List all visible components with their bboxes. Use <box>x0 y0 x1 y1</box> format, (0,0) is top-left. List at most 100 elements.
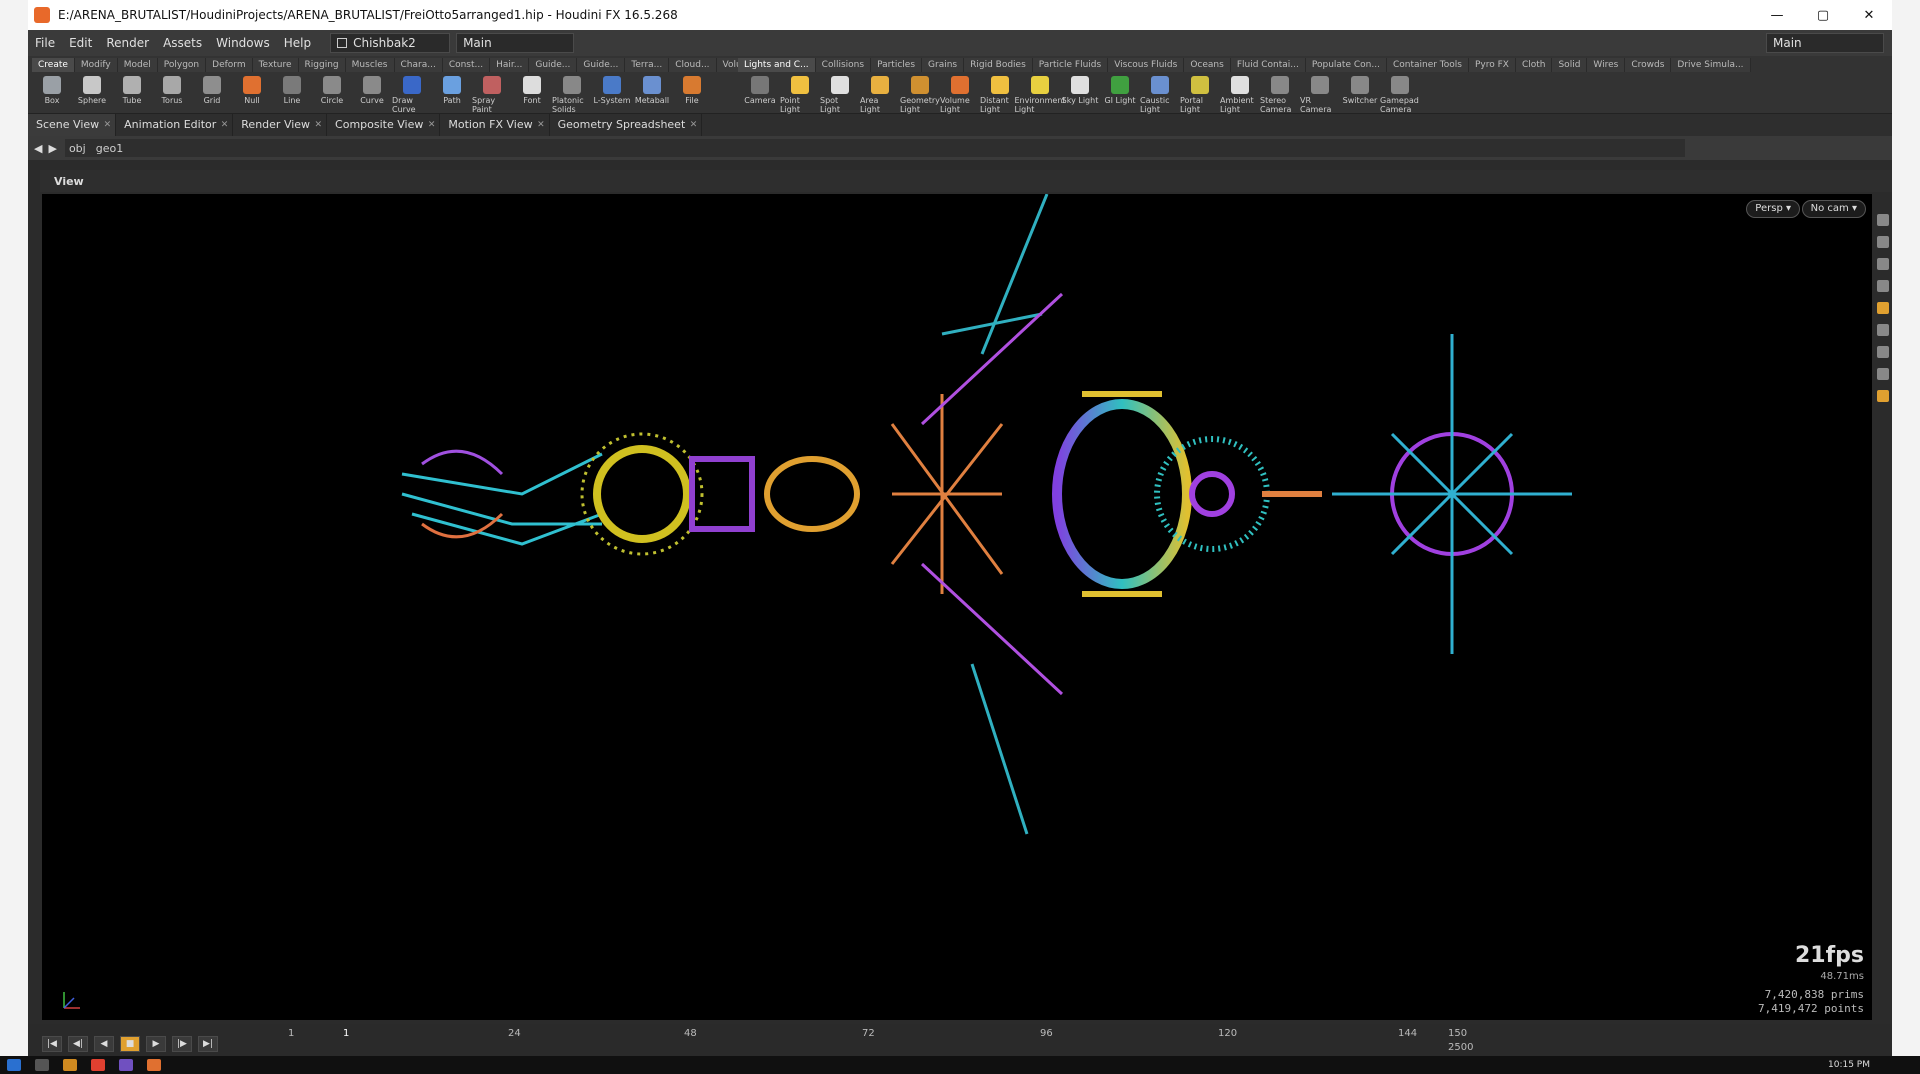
workspace-selector-right[interactable]: Main <box>1766 33 1884 53</box>
tool-button[interactable]: Spot Light <box>820 76 860 114</box>
camera-icon[interactable] <box>1877 258 1889 270</box>
lock-icon[interactable] <box>1877 236 1889 248</box>
scene-viewport[interactable]: Persp ▾ No cam ▾ 21fps 48.71ms 7,420,838… <box>42 194 1872 1020</box>
tool-button[interactable]: Point Light <box>780 76 820 114</box>
shelf-left-tab[interactable]: Modify <box>74 58 118 72</box>
pane-tab[interactable]: Geometry Spreadsheet ✕ <box>550 114 703 136</box>
tool-button[interactable]: GI Light <box>1100 76 1140 114</box>
close-tab-icon[interactable]: ✕ <box>315 114 323 136</box>
snap-icon[interactable] <box>1877 324 1889 336</box>
tool-button[interactable]: Switcher <box>1340 76 1380 114</box>
menu-windows[interactable]: Windows <box>209 36 277 50</box>
tool-button[interactable]: Sphere <box>72 76 112 114</box>
jump-end-button[interactable]: ▶| <box>198 1036 218 1052</box>
shelf-right-tab[interactable]: Wires <box>1587 58 1626 72</box>
start-frame-field[interactable]: 1 <box>288 1028 294 1039</box>
pane-tab[interactable]: Animation Editor ✕ <box>116 114 234 136</box>
menu-assets[interactable]: Assets <box>156 36 209 50</box>
forward-arrow-icon[interactable]: ▶ <box>48 142 56 155</box>
tool-button[interactable]: Volume Light <box>940 76 980 114</box>
shelf-right-tab[interactable]: Container Tools <box>1386 58 1469 72</box>
shelf-left-tab[interactable]: Chara... <box>394 58 443 72</box>
close-tab-icon[interactable]: ✕ <box>690 114 698 136</box>
shelf-left-tab[interactable]: Create <box>32 58 75 72</box>
shelf-left-tab[interactable]: Polygon <box>157 58 207 72</box>
tool-button[interactable]: Platonic Solids <box>552 76 592 114</box>
tool-button[interactable]: Gamepad Camera <box>1380 76 1420 114</box>
houdini-taskbar-icon[interactable] <box>147 1059 161 1071</box>
shelf-left-tab[interactable]: Terra... <box>625 58 670 72</box>
camera-menu[interactable]: No cam ▾ <box>1801 200 1866 218</box>
tool-button[interactable]: Camera <box>740 76 780 114</box>
perspective-menu[interactable]: Persp ▾ <box>1746 200 1800 218</box>
end-frame-field[interactable]: 150 <box>1448 1028 1467 1039</box>
tool-button[interactable]: Line <box>272 76 312 114</box>
shelf-left-tab[interactable]: Guide... <box>577 58 626 72</box>
step-back-button[interactable]: ◀| <box>68 1036 88 1052</box>
menu-edit[interactable]: Edit <box>62 36 99 50</box>
shelf-left-tab[interactable]: Hair... <box>490 58 530 72</box>
shelf-left-tab[interactable]: Cloud... <box>669 58 717 72</box>
shelf-right-tab[interactable]: Fluid Contai... <box>1230 58 1306 72</box>
grid-icon[interactable] <box>1877 390 1889 402</box>
tool-button[interactable]: Tube <box>112 76 152 114</box>
start-icon[interactable] <box>7 1059 21 1071</box>
shelf-left-tab[interactable]: Texture <box>252 58 299 72</box>
tool-button[interactable]: Curve <box>352 76 392 114</box>
shelf-right-tab[interactable]: Grains <box>922 58 965 72</box>
close-tab-icon[interactable]: ✕ <box>537 114 545 136</box>
workspace-selector[interactable]: Main <box>456 33 575 53</box>
tool-button[interactable]: Caustic Light <box>1140 76 1180 114</box>
tool-button[interactable]: Draw Curve <box>392 76 432 114</box>
shelf-left-tab[interactable]: Const... <box>442 58 491 72</box>
tool-button[interactable]: Null <box>232 76 272 114</box>
path-geo1[interactable]: geo1 <box>96 142 123 155</box>
step-forward-button[interactable]: |▶ <box>172 1036 192 1052</box>
tool-button[interactable]: Box <box>32 76 72 114</box>
light-icon[interactable] <box>1877 280 1889 292</box>
shelf-right-tab[interactable]: Cloth <box>1515 58 1553 72</box>
shelf-left-tab[interactable]: Muscles <box>345 58 395 72</box>
shelf-right-tab[interactable]: Solid <box>1552 58 1588 72</box>
shelf-right-tab[interactable]: Particle Fluids <box>1032 58 1109 72</box>
shelf-right-tab[interactable]: Oceans <box>1184 58 1231 72</box>
pane-tab[interactable]: Composite View ✕ <box>327 114 441 136</box>
tool-button[interactable]: Grid <box>192 76 232 114</box>
close-tab-icon[interactable]: ✕ <box>428 114 436 136</box>
close-tab-icon[interactable]: ✕ <box>221 114 229 136</box>
menu-file[interactable]: File <box>28 36 62 50</box>
tool-button[interactable]: Font <box>512 76 552 114</box>
current-frame[interactable]: 1 <box>343 1028 349 1039</box>
shelf-right-tab[interactable]: Viscous Fluids <box>1108 58 1185 72</box>
minimize-button[interactable]: — <box>1754 8 1800 23</box>
shelf-right-tab[interactable]: Drive Simula... <box>1671 58 1751 72</box>
wireframe-icon[interactable] <box>1877 346 1889 358</box>
shelf-right-tab[interactable]: Pyro FX <box>1468 58 1516 72</box>
tool-button[interactable]: Spray Paint <box>472 76 512 114</box>
close-button[interactable]: ✕ <box>1846 8 1892 23</box>
tool-button[interactable]: Torus <box>152 76 192 114</box>
tool-button[interactable]: Sky Light <box>1060 76 1100 114</box>
search-icon[interactable] <box>35 1059 49 1071</box>
tool-button[interactable]: Geometry Light <box>900 76 940 114</box>
back-arrow-icon[interactable]: ◀ <box>34 142 42 155</box>
tool-button[interactable]: Stereo Camera <box>1260 76 1300 114</box>
maximize-button[interactable]: ▢ <box>1800 8 1846 23</box>
pane-tab[interactable]: Scene View ✕ <box>28 114 117 136</box>
path-obj[interactable]: obj <box>69 142 86 155</box>
shelf-left-tab[interactable]: Deform <box>206 58 253 72</box>
stop-button[interactable]: ■ <box>120 1036 140 1052</box>
tool-button[interactable]: File <box>672 76 712 114</box>
menu-help[interactable]: Help <box>277 36 318 50</box>
tool-button[interactable]: Ambient Light <box>1220 76 1260 114</box>
shelf-right-tab[interactable]: Populate Con... <box>1305 58 1387 72</box>
tool-button[interactable]: Portal Light <box>1180 76 1220 114</box>
shelf-left-tab[interactable]: Model <box>117 58 158 72</box>
play-reverse-button[interactable]: ◀ <box>94 1036 114 1052</box>
tool-button[interactable]: Area Light <box>860 76 900 114</box>
pane-tab[interactable]: Motion FX View ✕ <box>440 114 550 136</box>
tool-button[interactable]: Metaball <box>632 76 672 114</box>
shelf-left-tab[interactable]: Guide... <box>529 58 578 72</box>
shelf-right-tab[interactable]: Crowds <box>1625 58 1672 72</box>
jump-start-button[interactable]: |◀ <box>42 1036 62 1052</box>
